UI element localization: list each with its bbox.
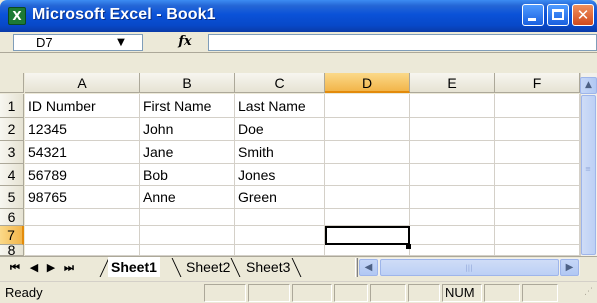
status-panel	[204, 284, 246, 302]
close-button[interactable]: ✕	[572, 4, 594, 26]
cell-c7[interactable]	[235, 226, 325, 245]
scroll-right-icon[interactable]: ▶	[560, 259, 579, 276]
row-header-1[interactable]: 1	[0, 94, 24, 118]
cell-e8[interactable]	[410, 245, 495, 256]
cell-e7[interactable]	[410, 226, 495, 245]
cell-b3[interactable]: Jane	[140, 141, 235, 164]
cell-a5[interactable]: 98765	[25, 186, 140, 209]
cell-a8[interactable]	[25, 245, 140, 256]
minimize-icon	[528, 18, 536, 21]
cell-d1[interactable]	[325, 94, 410, 118]
cell-f2[interactable]	[495, 118, 580, 141]
maximize-button[interactable]	[547, 4, 569, 26]
status-panel	[334, 284, 368, 302]
cell-c3[interactable]: Smith	[235, 141, 325, 164]
cell-d6[interactable]	[325, 209, 410, 226]
cell-a3[interactable]: 54321	[25, 141, 140, 164]
cell-b4[interactable]: Bob	[140, 164, 235, 186]
first-sheet-icon[interactable]: ⏮	[8, 260, 22, 276]
cell-e6[interactable]	[410, 209, 495, 226]
cell-c4[interactable]: Jones	[235, 164, 325, 186]
cell-f1[interactable]	[495, 94, 580, 118]
row-header-3[interactable]: 3	[0, 141, 24, 164]
column-header-c[interactable]: C	[235, 73, 325, 93]
grip-icon: ≡	[585, 165, 591, 173]
excel-icon[interactable]: X	[8, 7, 26, 25]
status-panel	[522, 284, 558, 302]
close-icon: ✕	[576, 6, 590, 24]
last-sheet-icon[interactable]: ⏭	[62, 260, 76, 276]
cell-a2[interactable]: 12345	[25, 118, 140, 141]
scroll-left-icon[interactable]: ◀	[359, 259, 378, 276]
status-text: Ready	[5, 285, 43, 300]
status-panel	[408, 284, 440, 302]
cell-e4[interactable]	[410, 164, 495, 186]
cell-b5[interactable]: Anne	[140, 186, 235, 209]
column-header-d[interactable]: D	[325, 73, 410, 93]
cell-d5[interactable]	[325, 186, 410, 209]
grip-icon: |||	[465, 264, 473, 272]
formula-input[interactable]	[208, 34, 597, 51]
cell-c5[interactable]: Green	[235, 186, 325, 209]
window-title: Microsoft Excel - Book1	[32, 6, 216, 23]
column-header-a[interactable]: A	[25, 73, 140, 93]
row-header-4[interactable]: 4	[0, 164, 24, 186]
cell-f5[interactable]	[495, 186, 580, 209]
cell-d4[interactable]	[325, 164, 410, 186]
cell-c6[interactable]	[235, 209, 325, 226]
cell-f4[interactable]	[495, 164, 580, 186]
status-panel	[370, 284, 406, 302]
cell-e3[interactable]	[410, 141, 495, 164]
row-header-2[interactable]: 2	[0, 118, 24, 141]
cell-c2[interactable]: Doe	[235, 118, 325, 141]
cell-f7[interactable]	[495, 226, 580, 245]
resize-grip-icon[interactable]: ⋰	[584, 288, 596, 301]
cell-a1[interactable]: ID Number	[25, 94, 140, 118]
cell-c8[interactable]	[235, 245, 325, 256]
status-panel	[292, 284, 332, 302]
select-all-corner[interactable]	[0, 73, 24, 93]
cell-b1[interactable]: First Name	[140, 94, 235, 118]
cell-d8[interactable]	[325, 245, 410, 256]
cell-b7[interactable]	[140, 226, 235, 245]
status-panel	[484, 284, 520, 302]
row-header-8[interactable]: 8	[0, 243, 24, 257]
next-sheet-icon[interactable]: ▶	[44, 260, 58, 276]
maximize-icon	[552, 9, 564, 20]
cell-b6[interactable]	[140, 209, 235, 226]
row-header-5[interactable]: 5	[0, 186, 24, 209]
minimize-button[interactable]	[522, 4, 544, 26]
column-header-e[interactable]: E	[410, 73, 495, 93]
cell-e1[interactable]	[410, 94, 495, 118]
prev-sheet-icon[interactable]: ◀	[27, 260, 41, 276]
cell-e2[interactable]	[410, 118, 495, 141]
cell-f6[interactable]	[495, 209, 580, 226]
fill-handle[interactable]	[406, 244, 411, 249]
cell-f8[interactable]	[495, 245, 580, 256]
insert-function-icon[interactable]: fx	[175, 34, 195, 51]
cell-b8[interactable]	[140, 245, 235, 256]
tab-split-handle[interactable]	[355, 258, 358, 277]
column-header-f[interactable]: F	[495, 73, 580, 93]
cell-b2[interactable]: John	[140, 118, 235, 141]
tab-sheet3[interactable]: Sheet3	[243, 257, 293, 277]
cell-d3[interactable]	[325, 141, 410, 164]
cell-e5[interactable]	[410, 186, 495, 209]
cell-c1[interactable]: Last Name	[235, 94, 325, 118]
cell-a7[interactable]	[25, 226, 140, 245]
cell-a6[interactable]	[25, 209, 140, 226]
cell-d2[interactable]	[325, 118, 410, 141]
column-header-b[interactable]: B	[140, 73, 235, 93]
selected-cell[interactable]	[325, 226, 410, 245]
cell-a4[interactable]: 56789	[25, 164, 140, 186]
row-header-6[interactable]: 6	[0, 209, 24, 226]
chevron-down-icon[interactable]: ▼	[113, 36, 129, 50]
status-panel	[248, 284, 290, 302]
name-box-value: D7	[36, 35, 53, 50]
cell-f3[interactable]	[495, 141, 580, 164]
num-lock-indicator: NUM	[445, 285, 475, 300]
scroll-up-icon[interactable]: ▲	[580, 77, 597, 94]
tab-sheet2[interactable]: Sheet2	[183, 257, 233, 277]
tab-sheet1[interactable]: Sheet1	[108, 257, 160, 277]
